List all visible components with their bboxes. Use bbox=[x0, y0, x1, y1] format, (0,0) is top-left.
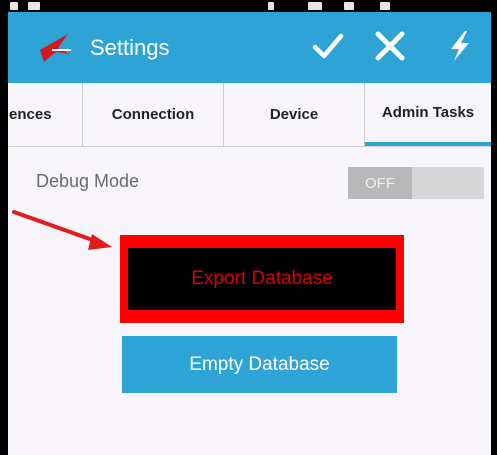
status-icon bbox=[344, 2, 354, 10]
frame-border-left bbox=[0, 0, 8, 455]
frame-border-right bbox=[491, 0, 497, 455]
status-icon bbox=[10, 2, 18, 10]
settings-screen: Settings ences Connection Device Admin T… bbox=[8, 12, 491, 455]
status-bar bbox=[0, 0, 497, 12]
status-icon bbox=[308, 2, 322, 10]
status-icon bbox=[380, 2, 390, 10]
status-icon bbox=[28, 2, 40, 10]
status-icon bbox=[268, 2, 274, 10]
annotation-arrow-icon bbox=[12, 210, 112, 250]
